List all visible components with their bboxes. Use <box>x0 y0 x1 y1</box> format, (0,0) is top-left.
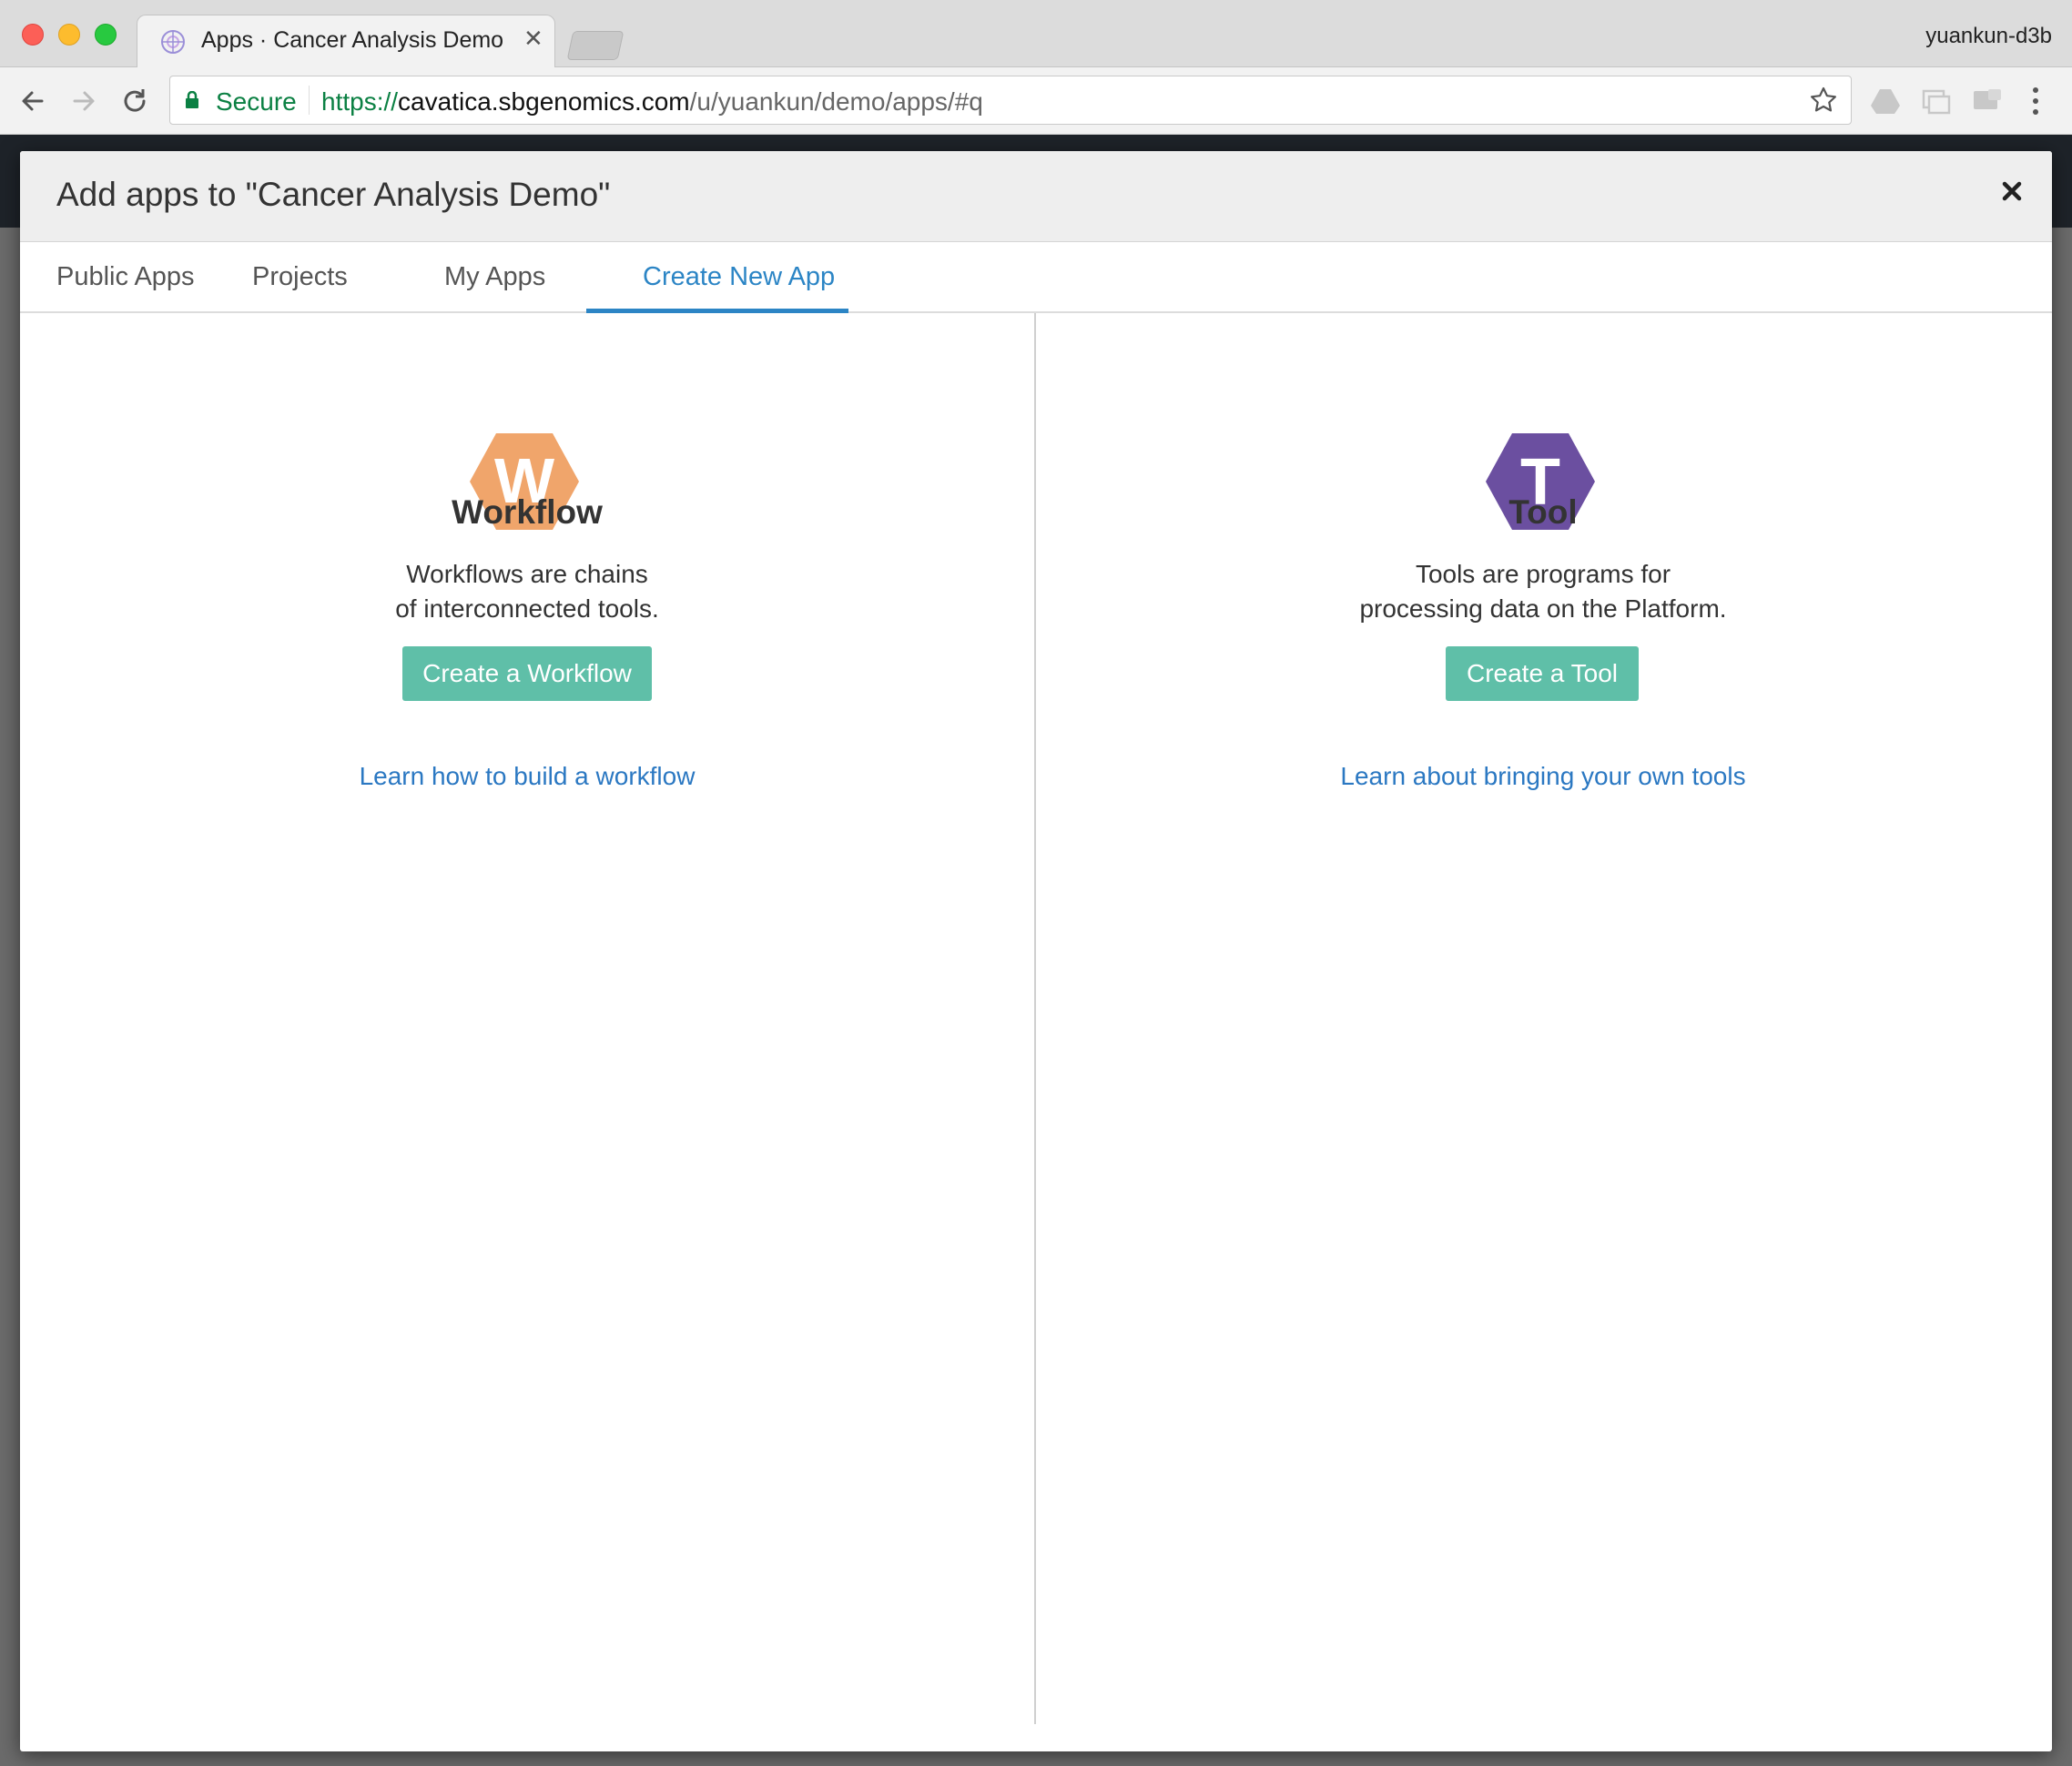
workflow-description: Workflows are chains of interconnected t… <box>20 557 1034 626</box>
tab-label: My Apps <box>444 262 546 291</box>
tab-projects[interactable]: Projects <box>252 242 371 313</box>
lock-icon <box>186 91 198 108</box>
workflow-title: Workflow <box>452 493 603 531</box>
forward-arrow-icon[interactable] <box>67 85 100 117</box>
close-icon[interactable] <box>1999 178 2025 204</box>
minimize-window-button[interactable] <box>58 24 80 46</box>
learn-workflow-link[interactable]: Learn how to build a workflow <box>20 762 1034 791</box>
workflow-panel: W Workflow Workflows are chains of inter… <box>20 313 1034 1724</box>
url-path: /u/yuankun/demo/apps/#q <box>689 87 983 116</box>
create-tool-button[interactable]: Create a Tool <box>1446 646 1639 701</box>
tool-title: Tool <box>1508 493 1578 531</box>
workflow-desc-line2: of interconnected tools. <box>395 594 659 623</box>
learn-tool-link[interactable]: Learn about bringing your own tools <box>1036 762 2050 791</box>
maximize-window-button[interactable] <box>95 24 117 46</box>
favicon-icon <box>161 30 185 54</box>
secure-label: Secure <box>216 87 297 116</box>
browser-titlebar: Apps · Cancer Analysis Demo ✕ yuankun-d3… <box>0 0 2072 68</box>
tool-description: Tools are programs for processing data o… <box>1036 557 2050 626</box>
create-app-panels: W Workflow Workflows are chains of inter… <box>20 313 2052 1724</box>
tab-label: Public Apps <box>56 262 195 291</box>
omnibox-divider <box>309 86 310 115</box>
url-host: cavatica.sbgenomics.com <box>398 87 690 116</box>
bookmark-star-icon[interactable] <box>1809 86 1838 115</box>
create-workflow-button[interactable]: Create a Workflow <box>402 646 652 701</box>
modal-title: Add apps to "Cancer Analysis Demo" <box>56 176 611 213</box>
cast-extension-icon[interactable] <box>1972 86 2003 117</box>
url-text: https://cavatica.sbgenomics.com/u/yuanku… <box>321 87 983 117</box>
tool-desc-line2: processing data on the Platform. <box>1359 594 1727 623</box>
window-extension-icon[interactable] <box>1921 86 1952 117</box>
workflow-desc-line1: Workflows are chains <box>406 560 648 588</box>
url-scheme: https:// <box>321 87 399 116</box>
kebab-menu-icon[interactable] <box>2030 86 2041 117</box>
browser-tab[interactable]: Apps · Cancer Analysis Demo ✕ <box>137 15 555 68</box>
profile-name[interactable]: yuankun-d3b <box>1925 24 2052 49</box>
new-tab-button[interactable] <box>566 31 625 60</box>
tool-desc-line1: Tools are programs for <box>1415 560 1671 588</box>
modal-tabs: Public Apps Projects My Apps Create New … <box>20 242 2052 313</box>
tab-label: Projects <box>252 262 348 291</box>
tab-create-new-app[interactable]: Create New App <box>586 242 848 313</box>
close-window-button[interactable] <box>22 24 44 46</box>
tab-title: Apps · Cancer Analysis Demo <box>201 27 504 53</box>
drive-extension-icon[interactable] <box>1870 86 1901 117</box>
tool-panel: T Tool Tools are programs for processing… <box>1036 313 2050 1724</box>
modal-header: Add apps to "Cancer Analysis Demo" <box>20 151 2052 242</box>
tab-my-apps[interactable]: My Apps <box>444 242 581 313</box>
browser-toolbar: Secure https://cavatica.sbgenomics.com/u… <box>0 67 2072 135</box>
address-bar[interactable]: Secure https://cavatica.sbgenomics.com/u… <box>169 76 1852 125</box>
tab-close-icon[interactable]: ✕ <box>523 25 543 53</box>
tab-label: Create New App <box>643 262 836 291</box>
reload-icon[interactable] <box>118 85 151 117</box>
back-arrow-icon[interactable] <box>16 85 49 117</box>
add-apps-modal: Add apps to "Cancer Analysis Demo" Publi… <box>20 151 2052 1751</box>
tab-public-apps[interactable]: Public Apps <box>38 242 195 313</box>
